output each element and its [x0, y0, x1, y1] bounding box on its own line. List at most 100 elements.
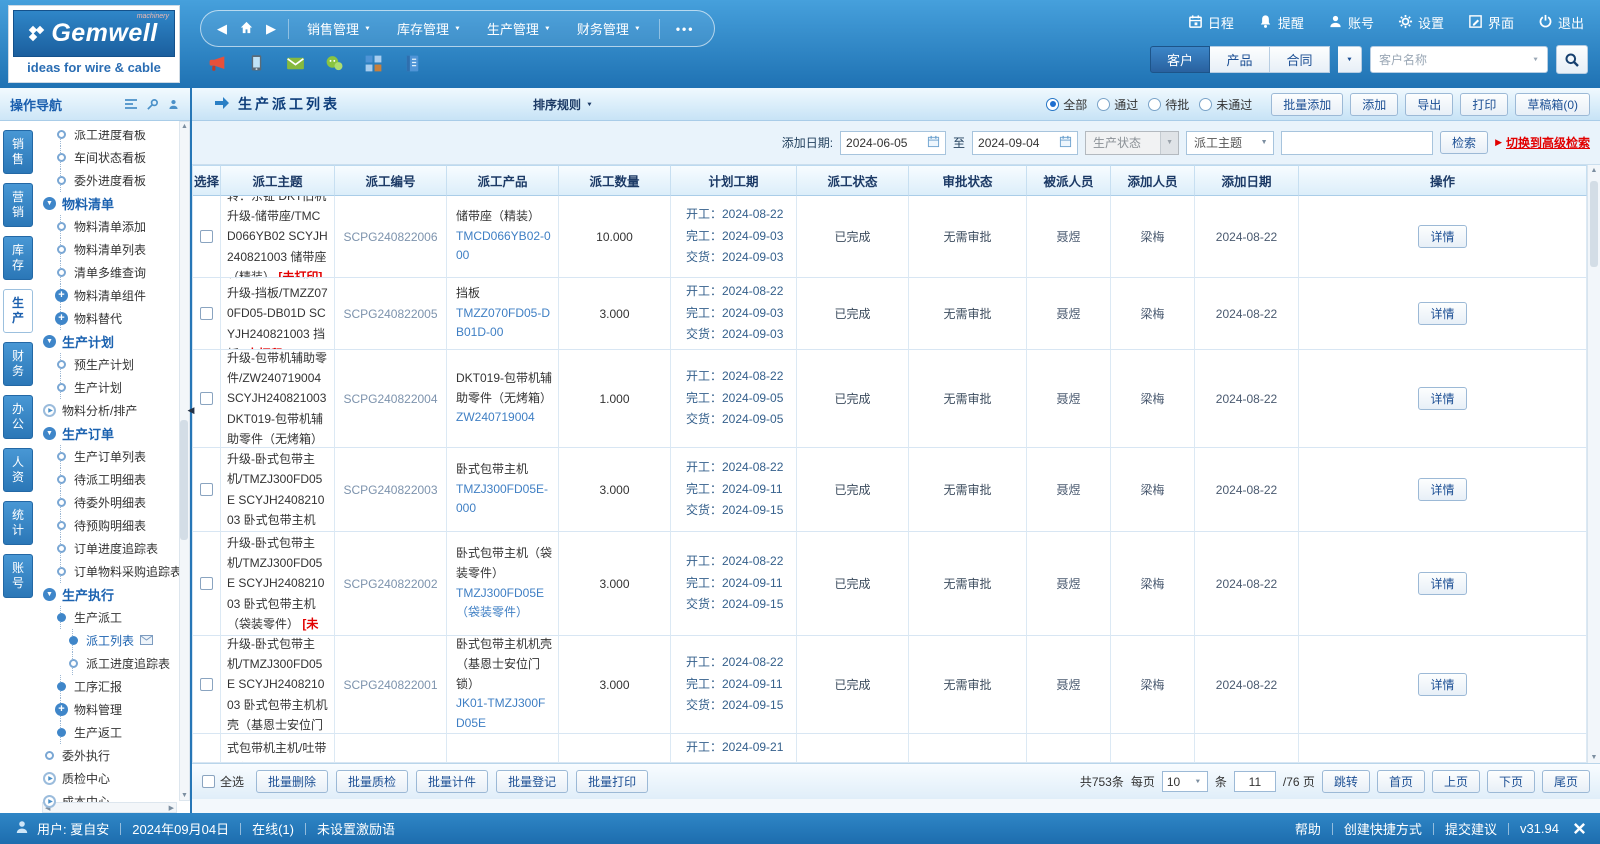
status-radio-全部[interactable]: 全部 — [1046, 96, 1087, 113]
sidebar-item-物料管理[interactable]: +物料管理 — [41, 698, 190, 721]
monitor-icon[interactable] — [245, 52, 267, 74]
module-tab-统计[interactable]: 统计 — [3, 501, 33, 545]
sidebar-item-派工列表[interactable]: 派工列表 — [41, 629, 190, 652]
notebook-icon[interactable] — [401, 52, 423, 74]
row-checkbox[interactable] — [200, 577, 213, 590]
row-checkbox[interactable] — [200, 678, 213, 691]
sidebar-item-生产派工[interactable]: 生产派工 — [41, 606, 190, 629]
page-button-3[interactable]: 下页 — [1487, 770, 1535, 793]
search-submit-button[interactable] — [1556, 45, 1588, 74]
header-button-3[interactable]: 打印 — [1460, 93, 1508, 116]
page-button-4[interactable]: 尾页 — [1542, 770, 1590, 793]
header-button-0[interactable]: 批量添加 — [1271, 93, 1343, 116]
sidebar-item-车间状态看板[interactable]: 车间状态看板 — [41, 146, 190, 169]
footer-link-2[interactable]: 提交建议 — [1445, 819, 1497, 838]
detail-button[interactable]: 详情 — [1418, 572, 1466, 595]
nav-more-button[interactable]: ••• — [672, 22, 699, 36]
nav-back-icon[interactable]: ◀ — [217, 22, 227, 35]
scroll-up-icon[interactable]: ▲ — [1591, 167, 1598, 174]
sidebar-collapse-handle[interactable]: ◀ — [186, 393, 196, 427]
batch-button-1[interactable]: 批量质检 — [336, 770, 408, 793]
search-tab-0[interactable]: 客户 — [1150, 46, 1210, 73]
detail-button[interactable]: 详情 — [1418, 225, 1466, 248]
tree-horizontal-scrollbar[interactable]: ◀▶ — [42, 802, 177, 813]
header-button-1[interactable]: 添加 — [1350, 93, 1398, 116]
user-menu-screen[interactable]: 界面 — [1468, 13, 1514, 32]
row-checkbox[interactable] — [200, 392, 213, 405]
sidebar-item-物料清单组件[interactable]: +物料清单组件 — [41, 284, 190, 307]
module-tab-账号[interactable]: 账号 — [3, 554, 33, 598]
user-menu-gear[interactable]: 设置 — [1398, 13, 1444, 32]
dispatch-subject-select[interactable]: 派工主题▼ — [1186, 131, 1274, 155]
date-to-input[interactable]: 2024-09-04 — [972, 131, 1078, 155]
sort-rule-dropdown[interactable]: 排序规则▼ — [533, 96, 593, 113]
footer-link-0[interactable]: 帮助 — [1295, 819, 1321, 838]
search-filter-button[interactable]: 检索 — [1440, 131, 1488, 154]
sidebar-item-委外进度看板[interactable]: 委外进度看板 — [41, 169, 190, 192]
sidebar-item-物料分析/排产[interactable]: ▶物料分析/排产 — [41, 399, 190, 422]
row-checkbox[interactable] — [200, 230, 213, 243]
detail-button[interactable]: 详情 — [1418, 673, 1466, 696]
production-status-select[interactable]: 生产状态▼ — [1085, 131, 1179, 155]
module-tab-库存[interactable]: 库存 — [3, 236, 33, 280]
page-button-2[interactable]: 上页 — [1432, 770, 1480, 793]
sidebar-item-预生产计划[interactable]: 预生产计划 — [41, 353, 190, 376]
filter-keyword-input[interactable] — [1281, 131, 1433, 155]
batch-button-0[interactable]: 批量删除 — [256, 770, 328, 793]
batch-button-3[interactable]: 批量登记 — [496, 770, 568, 793]
batch-button-2[interactable]: 批量计件 — [416, 770, 488, 793]
page-button-0[interactable]: 跳转 — [1322, 770, 1370, 793]
detail-button[interactable]: 详情 — [1418, 387, 1466, 410]
user-view-icon[interactable] — [167, 98, 180, 111]
sidebar-item-生产返工[interactable]: 生产返工 — [41, 721, 190, 744]
search-tab-1[interactable]: 产品 — [1210, 46, 1270, 73]
sidebar-item-生产计划[interactable]: ▼生产计划 — [41, 330, 190, 353]
status-radio-未通过[interactable]: 未通过 — [1199, 96, 1252, 113]
statusbar-online[interactable]: 在线(1) — [252, 819, 294, 838]
sidebar-item-生产订单[interactable]: ▼生产订单 — [41, 422, 190, 445]
close-icon[interactable] — [1573, 822, 1586, 835]
home-icon[interactable] — [239, 20, 254, 37]
sidebar-item-待委外明细表[interactable]: 待委外明细表 — [41, 491, 190, 514]
detail-button[interactable]: 详情 — [1418, 478, 1466, 501]
sidebar-item-物料清单[interactable]: ▼物料清单 — [41, 192, 190, 215]
module-tab-营销[interactable]: 营销 — [3, 183, 33, 227]
search-tab-2[interactable]: 合同 — [1270, 46, 1330, 73]
sidebar-item-工序汇报[interactable]: 工序汇报 — [41, 675, 190, 698]
sidebar-item-生产计划[interactable]: 生产计划 — [41, 376, 190, 399]
user-menu-user[interactable]: 账号 — [1328, 13, 1374, 32]
wechat-icon[interactable] — [323, 52, 345, 74]
sidebar-item-清单多维查询[interactable]: 清单多维查询 — [41, 261, 190, 284]
footer-link-3[interactable]: v31.94 — [1520, 821, 1559, 836]
nav-menu-1[interactable]: 库存管理▼ — [391, 19, 467, 38]
sidebar-item-派工进度追踪表[interactable]: 派工进度追踪表 — [41, 652, 190, 675]
search-category-more-button[interactable]: ▼ — [1338, 46, 1362, 73]
advanced-search-link[interactable]: ▶切换到高级检索 — [1495, 134, 1590, 151]
sidebar-item-待预购明细表[interactable]: 待预购明细表 — [41, 514, 190, 537]
sidebar-item-待派工明细表[interactable]: 待派工明细表 — [41, 468, 190, 491]
status-radio-通过[interactable]: 通过 — [1097, 96, 1138, 113]
user-menu-power[interactable]: 退出 — [1538, 13, 1584, 32]
row-checkbox[interactable] — [200, 307, 213, 320]
page-number-input[interactable] — [1234, 771, 1276, 792]
sidebar-item-物料替代[interactable]: +物料替代 — [41, 307, 190, 330]
sidebar-item-物料清单列表[interactable]: 物料清单列表 — [41, 238, 190, 261]
sidebar-item-派工进度看板[interactable]: 派工进度看板 — [41, 130, 190, 146]
module-tab-生产[interactable]: 生产 — [3, 289, 33, 333]
nav-menu-2[interactable]: 生产管理▼ — [481, 19, 557, 38]
user-menu-bell[interactable]: 提醒 — [1258, 13, 1304, 32]
detail-button[interactable]: 详情 — [1418, 302, 1466, 325]
per-page-select[interactable]: 10▼ — [1162, 771, 1208, 792]
header-button-2[interactable]: 导出 — [1405, 93, 1453, 116]
tree-vertical-scrollbar[interactable]: ▲▼ — [179, 121, 190, 801]
module-tab-财务[interactable]: 财务 — [3, 342, 33, 386]
status-radio-待批[interactable]: 待批 — [1148, 96, 1189, 113]
nav-menu-0[interactable]: 销售管理▼ — [301, 19, 377, 38]
scroll-down-icon[interactable]: ▼ — [1591, 754, 1598, 761]
sidebar-item-生产执行[interactable]: ▼生产执行 — [41, 583, 190, 606]
tree-scrollbar-thumb[interactable] — [180, 420, 188, 540]
module-tab-办公[interactable]: 办公 — [3, 395, 33, 439]
sidebar-item-物料清单添加[interactable]: 物料清单添加 — [41, 215, 190, 238]
sidebar-item-委外执行[interactable]: 委外执行 — [41, 744, 190, 767]
list-view-icon[interactable] — [124, 98, 138, 110]
